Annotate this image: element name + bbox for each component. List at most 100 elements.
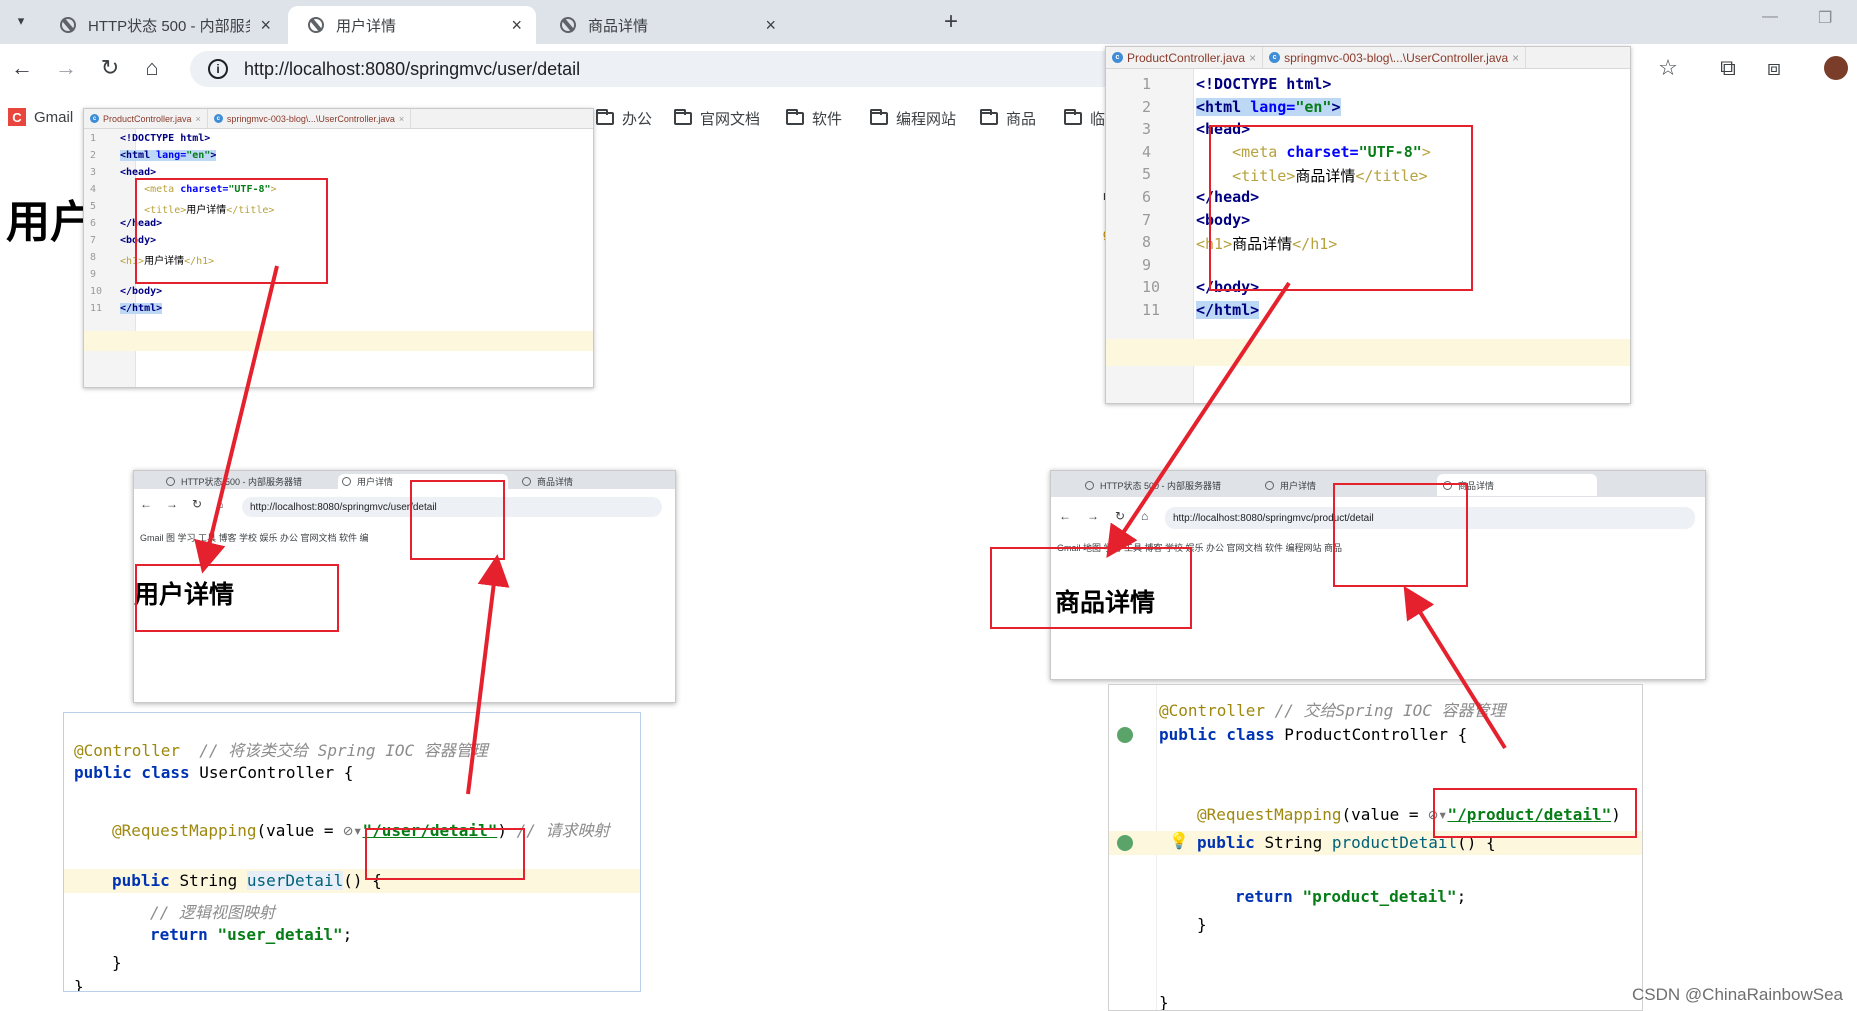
- file-tab[interactable]: c ProductController.java ×: [84, 109, 208, 128]
- bookmark-folder[interactable]: 官网文档: [674, 108, 760, 129]
- close-icon[interactable]: ×: [1512, 51, 1519, 65]
- code-line: public class ProductController {: [1159, 725, 1467, 744]
- mini-tab[interactable]: 商品详情: [518, 474, 668, 489]
- bookmark-folder[interactable]: 软件: [786, 108, 842, 129]
- puzzle-icon: ⧈: [1767, 55, 1781, 80]
- minimize-icon[interactable]: —: [1762, 8, 1778, 26]
- file-tab-label: springmvc-003-blog\...\UserController.ja…: [226, 113, 395, 124]
- code-line: <html lang="en">: [120, 150, 593, 161]
- line-number: 1: [1142, 75, 1152, 93]
- bookmark-folder[interactable]: 办公: [596, 108, 652, 129]
- editor-file-tabs: c ProductController.java × c springmvc-003-…: [1106, 47, 1630, 69]
- code-line: <!DOCTYPE html>: [1196, 75, 1630, 93]
- highlight-box-left-heading: [135, 564, 339, 632]
- link-icon[interactable]: ⊘▾: [343, 821, 362, 840]
- line-number: 8: [1142, 233, 1152, 252]
- code-token: >: [1331, 97, 1341, 116]
- code-text: (value =: [1341, 805, 1429, 824]
- globe-icon: [308, 17, 324, 33]
- mini-tab[interactable]: HTTP状态 500 - 内部服务器错: [162, 474, 332, 489]
- maximize-icon[interactable]: ❐: [1818, 8, 1832, 28]
- bookmark-folder[interactable]: 商品: [980, 108, 1036, 129]
- site-info-icon[interactable]: i: [208, 59, 228, 79]
- tab-search-button[interactable]: ▾: [8, 8, 34, 34]
- line-number: 2: [1142, 97, 1152, 116]
- file-tab[interactable]: c springmvc-003-blog\...\UserController.j…: [1263, 47, 1527, 68]
- back-button[interactable]: ←: [8, 54, 36, 82]
- lightbulb-icon[interactable]: 💡: [1169, 831, 1189, 851]
- close-icon[interactable]: ×: [765, 15, 776, 36]
- composite-screenshot: ▾ HTTP状态 500 - 内部服务器错误 × 用户详情 × 商品详情 × +…: [0, 0, 1857, 1011]
- code-line: <!DOCTYPE html>: [120, 133, 593, 144]
- code-token: </html>: [120, 303, 163, 314]
- code-comment: // 请求映射: [516, 821, 610, 840]
- code-text: ;: [1456, 887, 1467, 906]
- copy-button[interactable]: ⧉: [1714, 54, 1742, 82]
- file-tab[interactable]: c springmvc-003-blog\...\UserController.j…: [208, 109, 412, 128]
- bookmark-star-button[interactable]: ☆: [1654, 54, 1682, 82]
- code-line: return "product_detail";: [1235, 887, 1466, 906]
- class-name: UserController {: [199, 763, 354, 782]
- view-name-string: "product_detail": [1302, 887, 1457, 906]
- tab-http-500[interactable]: HTTP状态 500 - 内部服务器错误 ×: [40, 6, 285, 44]
- code-comment: // 将该类交给 Spring IOC 容器管理: [199, 741, 488, 760]
- code-token: >: [210, 150, 217, 161]
- folder-icon: [596, 109, 614, 125]
- code-text: ;: [342, 925, 353, 944]
- forward-button[interactable]: →: [52, 54, 80, 82]
- annotation: @RequestMapping: [112, 821, 257, 840]
- gmail-icon: C: [8, 108, 26, 126]
- code-token: <!DOCTYPE html>: [1196, 75, 1332, 93]
- spring-bean-icon[interactable]: [1117, 835, 1133, 851]
- chevron-down-icon: ▾: [17, 13, 25, 28]
- line-number: 2: [90, 150, 97, 161]
- code-token: <!DOCTYPE html>: [120, 133, 211, 144]
- code-token: <html lang="en">: [120, 150, 217, 161]
- highlight-box-left-mapping: [365, 828, 525, 880]
- highlight-box-right-template: [1209, 125, 1473, 291]
- tab-product-detail[interactable]: 商品详情 ×: [540, 6, 790, 44]
- bookmark-folder[interactable]: 编程网站: [870, 108, 956, 129]
- arrow-left-icon: ←: [11, 55, 33, 80]
- file-tab-label: ProductController.java: [103, 113, 192, 124]
- code-token: <html: [120, 150, 157, 161]
- folder-icon: [1064, 109, 1082, 125]
- close-icon[interactable]: ×: [260, 15, 271, 36]
- new-tab-button[interactable]: +: [944, 8, 958, 36]
- mini-tab-label: HTTP状态 500 - 内部服务器错: [181, 477, 303, 487]
- bookmark-gmail[interactable]: C Gmail: [8, 108, 73, 126]
- globe-icon: [60, 17, 76, 33]
- spring-bean-icon[interactable]: [1117, 727, 1133, 743]
- file-tab[interactable]: c ProductController.java ×: [1106, 47, 1264, 68]
- code-comment: // 交给Spring IOC 容器管理: [1274, 701, 1506, 720]
- code-text: (value =: [256, 821, 344, 840]
- java-class-icon: c: [213, 114, 223, 123]
- home-button[interactable]: ⌂: [138, 54, 166, 82]
- extensions-button[interactable]: ⧈: [1760, 54, 1788, 82]
- annotation: @Controller: [74, 741, 180, 760]
- code-line: @Controller // 将该类交给 Spring IOC 容器管理: [74, 737, 488, 761]
- mini-address-url: http://localhost:8080/springmvc/user/det…: [250, 501, 437, 513]
- mini-tab[interactable]: HTTP状态 500 - 内部服务器错: [1079, 474, 1251, 496]
- current-line-highlight: [1106, 339, 1630, 366]
- profile-avatar[interactable]: [1822, 54, 1850, 82]
- bookmark-folder[interactable]: 临: [1064, 108, 1105, 129]
- mini-tab-label: 用户详情: [1280, 480, 1317, 491]
- close-icon[interactable]: ×: [1249, 51, 1256, 65]
- code-text: }: [1159, 993, 1169, 1011]
- close-icon[interactable]: ×: [511, 15, 522, 36]
- line-number: 7: [90, 235, 97, 246]
- reload-button[interactable]: ↻: [96, 54, 124, 82]
- close-icon[interactable]: ×: [399, 114, 404, 124]
- bookmark-label: 软件: [812, 111, 843, 128]
- code-token: <head>: [120, 167, 157, 178]
- code-token: "en": [1295, 97, 1332, 116]
- watermark: CSDN @ChinaRainbowSea: [1632, 985, 1843, 1004]
- code-line: @RequestMapping(value = ⊘▾"/user/detail"…: [112, 817, 610, 841]
- code-line: <head>: [120, 167, 593, 178]
- tab-label: HTTP状态 500 - 内部服务器错误: [88, 17, 250, 35]
- line-number: 11: [90, 303, 103, 314]
- tab-user-detail[interactable]: 用户详情 ×: [288, 6, 536, 44]
- close-icon[interactable]: ×: [196, 114, 201, 124]
- globe-icon: [342, 477, 351, 486]
